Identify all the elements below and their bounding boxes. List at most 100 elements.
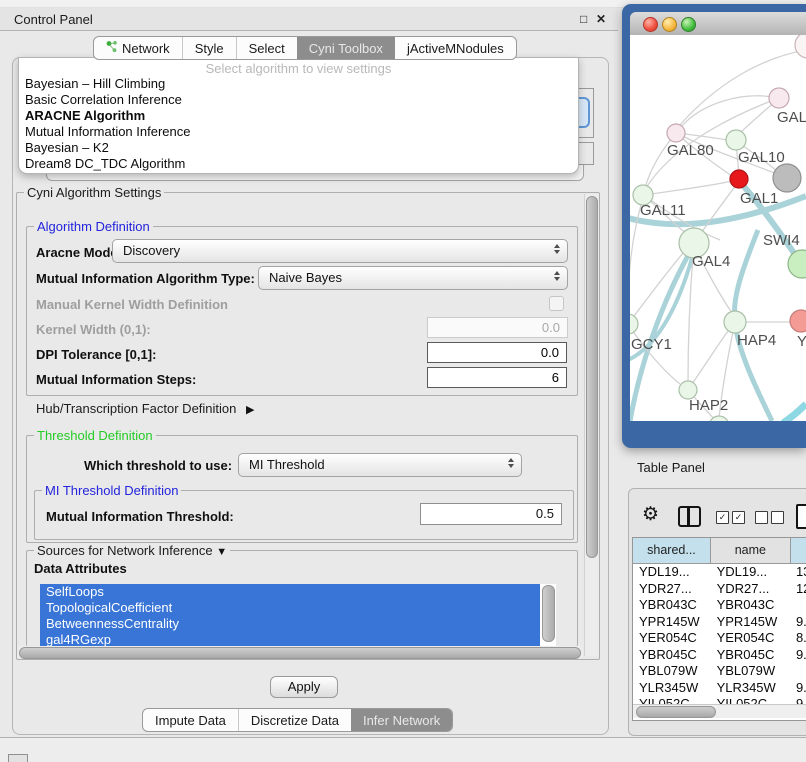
columns-icon[interactable]	[678, 506, 701, 527]
threshold-definition-title: Threshold Definition	[34, 428, 156, 443]
gear-icon[interactable]: ⚙	[642, 503, 659, 526]
cyni-bottom-tabbar: Impute Data Discretize DataInfer Network	[142, 708, 453, 732]
unchecked-pair-icon[interactable]	[755, 511, 784, 524]
mi-steps-label: Mutual Information Steps:	[36, 372, 196, 387]
hub-definition-expander[interactable]: Hub/Transcription Factor Definition ▶	[36, 401, 254, 416]
tab-jactivemnodules[interactable]: jActiveMNodules	[395, 37, 516, 59]
network-node[interactable]	[795, 35, 806, 58]
network-node[interactable]	[630, 314, 638, 334]
node-label: Y	[797, 333, 806, 350]
tab-network[interactable]: Network	[94, 37, 182, 59]
node-label: GAL	[777, 109, 806, 126]
close-panel-icon[interactable]: ✕	[596, 12, 606, 26]
table-cell: YLR345W	[633, 680, 711, 697]
tab-cyni-toolbox[interactable]: Cyni Toolbox	[297, 37, 395, 59]
close-window-button[interactable]	[643, 17, 658, 32]
table-cell: 9.	[790, 647, 806, 664]
table-column-header[interactable]: shared...	[633, 538, 711, 563]
apply-button[interactable]: Apply	[270, 676, 338, 698]
table-cell: YDR27...	[711, 581, 790, 598]
attributes-list-scrollbar[interactable]	[542, 585, 555, 642]
algorithm-popup-item[interactable]: Bayesian – K2	[19, 140, 578, 156]
network-node[interactable]	[730, 170, 748, 188]
document-icon[interactable]	[796, 504, 806, 529]
algorithm-popup-item[interactable]: Basic Correlation Inference	[19, 92, 578, 108]
network-node[interactable]	[769, 88, 789, 108]
table-horizontal-scrollbar[interactable]	[633, 704, 806, 718]
checked-box-icon: ✓	[716, 511, 729, 524]
dpi-tolerance-label: DPI Tolerance [0,1]:	[36, 347, 156, 362]
network-node[interactable]	[773, 164, 801, 192]
tab-select[interactable]: Select	[236, 37, 297, 59]
table-cell: 9.	[790, 680, 806, 697]
dpi-tolerance-field[interactable]: 0.0	[427, 342, 567, 363]
table-scrollbar-thumb[interactable]	[636, 706, 716, 718]
node-attribute-table: shared...nameA YDL19...YDL19...13YDR27..…	[632, 537, 806, 721]
table-row[interactable]: YDR27...YDR27...12	[633, 581, 806, 598]
table-cell	[790, 663, 806, 680]
node-label: SWI4	[763, 232, 800, 249]
bottom-strip	[0, 737, 806, 762]
mi-algorithm-type-value: Naive Bayes	[269, 270, 342, 285]
manual-kernel-width-checkbox[interactable]	[549, 296, 564, 311]
algorithm-popup-item[interactable]: Mutual Information Inference	[19, 124, 578, 140]
network-node[interactable]	[790, 310, 806, 332]
network-canvas[interactable]: GALGAL80GAL10GAL1GAL11SWI4GAL4GCY1HAP4YH…	[630, 35, 806, 421]
data-attribute-item[interactable]: gal4RGexp	[40, 632, 540, 646]
mi-algorithm-type-combo[interactable]: Naive Bayes	[258, 266, 568, 290]
algorithm-popup-item[interactable]: Dream8 DC_TDC Algorithm	[19, 156, 578, 172]
data-attribute-item[interactable]: BetweennessCentrality	[40, 616, 540, 632]
minimize-window-button[interactable]	[662, 17, 677, 32]
table-column-header[interactable]: name	[711, 538, 791, 563]
table-row[interactable]: YBR045CYBR045C9.	[633, 647, 806, 664]
table-cell: YPR145W	[711, 614, 790, 631]
tab-style[interactable]: Style	[182, 37, 236, 59]
manual-kernel-width-label: Manual Kernel Width Definition	[36, 297, 228, 312]
sources-group-title[interactable]: Sources for Network Inference ▼	[34, 543, 230, 558]
table-row[interactable]: YLR345WYLR345W9.	[633, 680, 806, 697]
combo-arrows-icon	[554, 244, 560, 254]
table-column-header[interactable]: A	[791, 538, 806, 563]
settings-vertical-scrollbar-thumb[interactable]	[586, 196, 598, 558]
network-node[interactable]	[726, 130, 746, 150]
kernel-width-label: Kernel Width (0,1):	[36, 322, 151, 337]
table-cell: YER054C	[711, 630, 790, 647]
table-cell: YDL19...	[711, 564, 790, 581]
mi-threshold-label: Mutual Information Threshold:	[46, 509, 234, 524]
minimized-panel-icon[interactable]	[8, 754, 28, 762]
algorithm-popup-item[interactable]: ARACNE Algorithm	[19, 108, 578, 124]
table-row[interactable]: YBL079WYBL079W	[633, 663, 806, 680]
tab-infer-network[interactable]: Infer Network	[351, 709, 452, 731]
which-threshold-combo[interactable]: MI Threshold	[238, 453, 522, 477]
table-row[interactable]: YDL19...YDL19...13	[633, 564, 806, 581]
table-cell: YER054C	[633, 630, 711, 647]
table-header-row: shared...nameA	[633, 538, 806, 564]
table-row[interactable]: YPR145WYPR145W9.	[633, 614, 806, 631]
aracne-mode-combo[interactable]: Discovery	[112, 239, 568, 263]
table-row[interactable]: YER054CYER054C8.	[633, 630, 806, 647]
collapsed-arrow-icon: ▶	[246, 404, 254, 416]
tab-label: Impute Data	[155, 713, 226, 728]
kernel-width-field[interactable]: 0.0	[427, 317, 568, 338]
data-attribute-item[interactable]: TopologicalCoefficient	[40, 600, 540, 616]
cyni-algorithm-settings-title: Cyni Algorithm Settings	[24, 185, 164, 200]
mi-steps-field[interactable]: 6	[427, 367, 567, 388]
zoom-window-button[interactable]	[681, 17, 696, 32]
hub-definition-label: Hub/Transcription Factor Definition	[36, 401, 236, 416]
node-label: GCY1	[631, 336, 672, 353]
algorithm-popup-item[interactable]: Bayesian – Hill Climbing	[19, 76, 578, 92]
tab-label: Select	[249, 41, 285, 56]
data-attribute-item[interactable]: SelfLoops	[40, 584, 540, 600]
mi-threshold-field[interactable]: 0.5	[420, 503, 562, 525]
tab-impute-data[interactable]: Impute Data	[143, 709, 238, 731]
network-node[interactable]	[788, 250, 806, 278]
settings-horizontal-scrollbar-thumb[interactable]	[19, 647, 581, 659]
network-node[interactable]	[724, 311, 746, 333]
tab-discretize-data[interactable]: Discretize Data	[238, 709, 351, 731]
checked-pair-icon[interactable]: ✓ ✓	[716, 511, 745, 524]
algorithm-popup: Select algorithm to view settings Bayesi…	[18, 57, 579, 174]
float-panel-icon[interactable]: □	[580, 12, 587, 26]
network-node[interactable]	[667, 124, 685, 142]
table-cell: YBR045C	[633, 647, 711, 664]
table-row[interactable]: YBR043CYBR043C	[633, 597, 806, 614]
